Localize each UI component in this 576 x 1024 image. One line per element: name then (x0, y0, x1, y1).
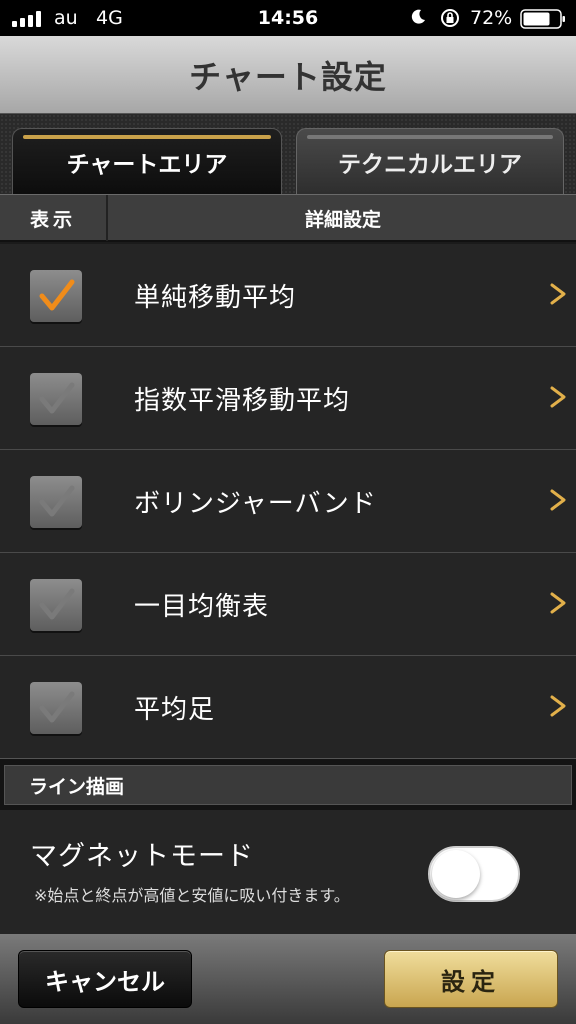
checkbox[interactable] (30, 579, 82, 631)
tab-technical-area[interactable]: テクニカルエリア (296, 128, 564, 194)
rotation-lock-icon (441, 9, 459, 27)
chevron-right-icon (550, 386, 566, 408)
chevron-right-icon (550, 695, 566, 717)
magnet-mode-toggle[interactable] (428, 846, 520, 902)
chevron-right-icon (550, 592, 566, 614)
column-display: 表示 (0, 195, 108, 241)
battery-icon (520, 9, 565, 29)
cancel-button[interactable]: キャンセル (18, 950, 192, 1008)
indicator-label: 指数平滑移動平均 (134, 386, 351, 416)
footer-bar: キャンセル 設定 (0, 934, 576, 1024)
toggle-knob (432, 850, 480, 898)
battery-percent: 72% (470, 7, 513, 29)
checkmark-icon (39, 588, 75, 620)
checkmark-icon (39, 382, 75, 414)
status-bar: au 4G 14:56 72% (0, 0, 576, 36)
checkbox[interactable] (30, 476, 82, 528)
list-item[interactable]: 平均足 (0, 656, 576, 759)
checkbox[interactable] (30, 270, 82, 322)
indicator-label: 平均足 (134, 695, 216, 725)
list-item[interactable]: ボリンジャーバンド (0, 450, 576, 553)
column-header: 表示 詳細設定 (0, 194, 576, 242)
list-item[interactable]: 一目均衡表 (0, 553, 576, 656)
magnet-mode-row: マグネットモード ※始点と終点が高値と安値に吸い付きます。 (0, 810, 576, 934)
section-title: ライン描画 (4, 765, 572, 805)
checkbox[interactable] (30, 682, 82, 734)
checkmark-icon (39, 485, 75, 517)
chevron-right-icon (550, 489, 566, 511)
chevron-right-icon (550, 283, 566, 305)
magnet-mode-note: ※始点と終点が高値と安値に吸い付きます。 (34, 886, 350, 905)
column-detail: 詳細設定 (304, 208, 381, 231)
tab-label: テクニカルエリア (338, 151, 522, 178)
list-item[interactable]: 指数平滑移動平均 (0, 347, 576, 450)
checkmark-icon (39, 279, 75, 311)
indicator-list: 単純移動平均 指数平滑移動平均 ボリンジャーバンド 一目均衡表 平均足 (0, 244, 576, 759)
indicator-label: 一目均衡表 (134, 592, 270, 622)
magnet-mode-label: マグネットモード (30, 841, 254, 872)
checkbox[interactable] (30, 373, 82, 425)
confirm-button[interactable]: 設定 (384, 950, 558, 1008)
checkmark-icon (39, 691, 75, 723)
tab-strip: チャートエリア テクニカルエリア (0, 114, 576, 194)
moon-icon (411, 9, 425, 24)
section-header: ライン描画 (0, 758, 576, 810)
indicator-label: ボリンジャーバンド (134, 489, 377, 519)
tab-chart-area[interactable]: チャートエリア (12, 128, 282, 194)
title-bar: チャート設定 (0, 36, 576, 114)
tab-label: チャートエリア (66, 151, 228, 178)
list-item[interactable]: 単純移動平均 (0, 244, 576, 347)
indicator-label: 単純移動平均 (134, 283, 297, 313)
page-title: チャート設定 (189, 57, 387, 96)
